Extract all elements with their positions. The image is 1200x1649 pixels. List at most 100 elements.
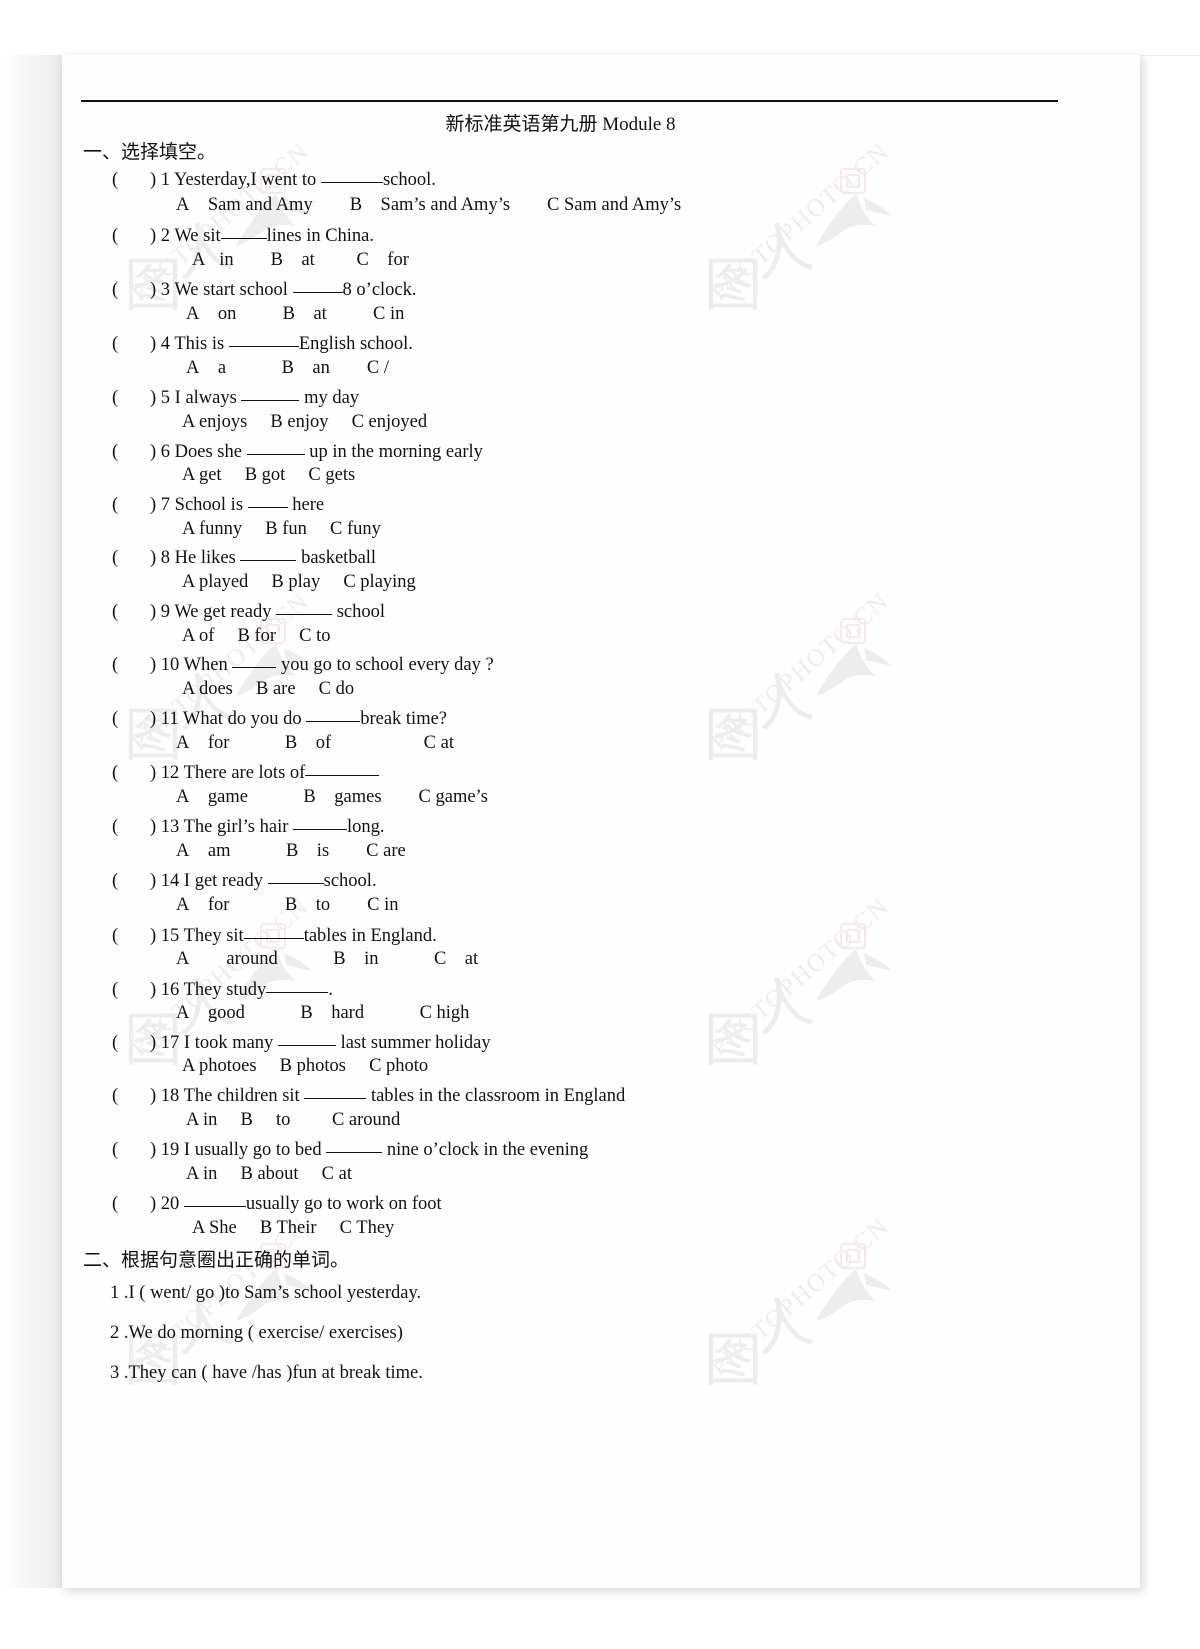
answer-box-18[interactable]: (	[112, 1086, 150, 1107]
options-12[interactable]: A game B games C game’s	[176, 787, 488, 808]
question-text-14: ) 14 I get ready	[150, 871, 268, 891]
answer-box-19[interactable]: (	[112, 1140, 150, 1161]
question-tail-2: lines in China.	[266, 226, 375, 246]
options-11[interactable]: A for B of C at	[176, 733, 454, 754]
question-9: () 9 We get ready school	[112, 599, 385, 623]
answer-box-3[interactable]: (	[112, 280, 150, 301]
answer-blank-2[interactable]	[220, 223, 267, 239]
answer-blank-9[interactable]	[276, 599, 333, 615]
question-tail-11: break time?	[360, 709, 448, 729]
answer-box-1[interactable]: (	[112, 170, 150, 191]
question-1: () 1 Yesterday,I went to school.	[112, 167, 436, 191]
question-17: () 17 I took many last summer holiday	[112, 1030, 491, 1054]
answer-box-2[interactable]: (	[112, 226, 150, 247]
answer-blank-12[interactable]	[305, 760, 380, 776]
answer-blank-16[interactable]	[266, 977, 329, 993]
question-text-4: ) 4 This is	[150, 334, 229, 354]
options-17[interactable]: A photoes B photos C photo	[182, 1056, 428, 1077]
page-left-shade	[0, 55, 62, 1588]
answer-box-9[interactable]: (	[112, 602, 150, 623]
answer-blank-1[interactable]	[320, 167, 383, 183]
question-tail-3: 8 o’clock.	[342, 280, 417, 300]
options-13[interactable]: A am B is C are	[176, 841, 406, 862]
answer-blank-8[interactable]	[240, 545, 297, 561]
question-8: () 8 He likes basketball	[112, 545, 376, 569]
answer-box-10[interactable]: (	[112, 655, 150, 676]
options-20[interactable]: A She B Their C They	[192, 1218, 394, 1239]
options-16[interactable]: A good B hard C high	[176, 1003, 469, 1024]
question-text-3: ) 3 We start school	[150, 280, 293, 300]
answer-blank-17[interactable]	[277, 1030, 336, 1046]
options-5[interactable]: A enjoys B enjoy C enjoyed	[182, 412, 427, 433]
options-14[interactable]: A for B to C in	[176, 895, 399, 916]
circle-item-2[interactable]: 2 .We do morning ( exercise/ exercises)	[110, 1323, 403, 1344]
question-text-17: ) 17 I took many	[150, 1033, 278, 1053]
document-content: 新标准英语第九册 Module 8 一、选择填空。 () 1 Yesterday…	[62, 55, 1140, 1588]
options-2[interactable]: A in B at C for	[192, 250, 409, 271]
question-20: () 20 usually go to work on foot	[112, 1191, 442, 1215]
question-16: () 16 They study.	[112, 977, 333, 1001]
circle-item-3[interactable]: 3 .They can ( have /has )fun at break ti…	[110, 1363, 423, 1384]
answer-box-8[interactable]: (	[112, 548, 150, 569]
answer-blank-19[interactable]	[326, 1137, 383, 1153]
question-text-13: ) 13 The girl’s hair	[150, 817, 294, 837]
question-text-19: ) 19 I usually go to bed	[150, 1140, 327, 1160]
options-8[interactable]: A played B play C playing	[182, 572, 416, 593]
question-text-11: ) 11 What do you do	[150, 709, 307, 729]
answer-box-15[interactable]: (	[112, 926, 150, 947]
answer-box-5[interactable]: (	[112, 388, 150, 409]
question-15: () 15 They sit tables in England.	[112, 923, 437, 947]
answer-blank-3[interactable]	[292, 277, 343, 293]
question-3: () 3 We start school 8 o’clock.	[112, 277, 417, 301]
options-4[interactable]: A a B an C /	[186, 358, 389, 379]
answer-blank-13[interactable]	[293, 814, 348, 830]
answer-box-14[interactable]: (	[112, 871, 150, 892]
question-text-8: ) 8 He likes	[150, 548, 241, 568]
answer-box-17[interactable]: (	[112, 1033, 150, 1054]
question-text-10: ) 10 When	[150, 655, 233, 675]
answer-box-16[interactable]: (	[112, 980, 150, 1001]
answer-box-13[interactable]: (	[112, 817, 150, 838]
answer-blank-7[interactable]	[247, 492, 288, 508]
question-tail-6: up in the morning early	[304, 442, 483, 462]
question-13: () 13 The girl’s hair long.	[112, 814, 385, 838]
options-6[interactable]: A get B got C gets	[182, 465, 355, 486]
answer-blank-5[interactable]	[241, 385, 300, 401]
circle-item-1[interactable]: 1 .I ( went/ go )to Sam’s school yesterd…	[110, 1283, 421, 1304]
answer-blank-14[interactable]	[267, 868, 324, 884]
question-4: () 4 This is English school.	[112, 331, 413, 355]
answer-box-6[interactable]: (	[112, 442, 150, 463]
options-7[interactable]: A funny B fun C funy	[182, 519, 381, 540]
options-19[interactable]: A in B about C at	[186, 1164, 352, 1185]
question-tail-9: school	[332, 602, 386, 622]
answer-blank-18[interactable]	[304, 1083, 367, 1099]
header-rule	[81, 100, 1058, 102]
answer-blank-20[interactable]	[183, 1191, 246, 1207]
answer-blank-4[interactable]	[228, 331, 299, 347]
options-9[interactable]: A of B for C to	[182, 626, 331, 647]
question-11: () 11 What do you do break time?	[112, 706, 447, 730]
options-3[interactable]: A on B at C in	[186, 304, 404, 325]
answer-box-12[interactable]: (	[112, 763, 150, 784]
question-tail-15: tables in England.	[303, 926, 437, 946]
question-text-7: ) 7 School is	[150, 495, 248, 515]
question-text-5: ) 5 I always	[150, 388, 242, 408]
answer-blank-11[interactable]	[306, 706, 361, 722]
question-10: () 10 When you go to school every day ?	[112, 652, 494, 676]
options-18[interactable]: A in B to C around	[186, 1110, 400, 1131]
question-text-9: ) 9 We get ready	[150, 602, 277, 622]
question-tail-20: usually go to work on foot	[245, 1194, 442, 1214]
answer-box-20[interactable]: (	[112, 1194, 150, 1215]
question-tail-5: my day	[299, 388, 360, 408]
options-10[interactable]: A does B are C do	[182, 679, 354, 700]
options-15[interactable]: A around B in C at	[176, 949, 478, 970]
answer-box-11[interactable]: (	[112, 709, 150, 730]
answer-blank-15[interactable]	[243, 923, 304, 939]
question-text-15: ) 15 They sit	[150, 926, 244, 946]
answer-box-4[interactable]: (	[112, 334, 150, 355]
options-1[interactable]: A Sam and Amy B Sam’s and Amy’s C Sam an…	[176, 195, 681, 216]
section-one-heading: 一、选择填空。	[83, 142, 217, 163]
answer-box-7[interactable]: (	[112, 495, 150, 516]
answer-blank-6[interactable]	[246, 439, 305, 455]
answer-blank-10[interactable]	[232, 652, 277, 668]
